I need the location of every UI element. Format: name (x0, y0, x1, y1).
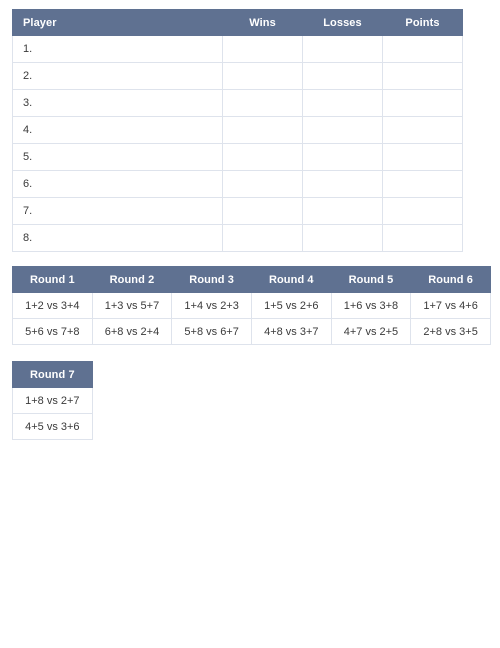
cell-points[interactable] (382, 116, 463, 144)
column-header-round-6[interactable]: Round 6 (410, 266, 491, 293)
cell-player-rank[interactable]: 2. (12, 62, 223, 90)
rounds-table-head: Round 1 Round 2 Round 3 Round 4 Round 5 … (12, 266, 491, 293)
cell-points[interactable] (382, 143, 463, 171)
table-row: 8. (12, 224, 463, 252)
cell-wins[interactable] (222, 143, 303, 171)
table-row: 7. (12, 197, 463, 225)
cell-match[interactable]: 1+2 vs 3+4 (12, 292, 93, 319)
cell-points[interactable] (382, 197, 463, 225)
standings-table: Player Wins Losses Points 1. 2. 3. 4. 5.… (12, 9, 463, 252)
cell-match[interactable]: 1+5 vs 2+6 (250, 292, 332, 319)
cell-points[interactable] (382, 170, 463, 198)
cell-match[interactable]: 1+6 vs 3+8 (330, 292, 412, 319)
round7-table-head: Round 7 (12, 361, 93, 388)
cell-match[interactable]: 1+4 vs 2+3 (171, 292, 252, 319)
table-row: 1. (12, 35, 463, 63)
cell-player-rank[interactable]: 7. (12, 197, 223, 225)
cell-player-rank[interactable]: 8. (12, 224, 223, 252)
column-header-round-7[interactable]: Round 7 (12, 361, 93, 388)
table-row: 3. (12, 89, 463, 117)
rounds-header-row: Round 1 Round 2 Round 3 Round 4 Round 5 … (12, 266, 491, 293)
cell-match[interactable]: 1+3 vs 5+7 (91, 292, 173, 319)
cell-match[interactable]: 4+5 vs 3+6 (12, 413, 93, 440)
cell-wins[interactable] (222, 35, 303, 63)
column-header-round-4[interactable]: Round 4 (250, 266, 332, 293)
cell-match[interactable]: 4+7 vs 2+5 (330, 318, 412, 345)
table-row: 1+8 vs 2+7 (12, 387, 93, 414)
rounds-table-2: Round 7 1+8 vs 2+7 4+5 vs 3+6 (12, 361, 93, 440)
rounds-table-body: 1+2 vs 3+4 1+3 vs 5+7 1+4 vs 2+3 1+5 vs … (12, 292, 491, 345)
table-row: 2. (12, 62, 463, 90)
cell-wins[interactable] (222, 62, 303, 90)
column-header-player[interactable]: Player (12, 9, 223, 36)
cell-losses[interactable] (302, 116, 383, 144)
cell-wins[interactable] (222, 197, 303, 225)
cell-match[interactable]: 1+8 vs 2+7 (12, 387, 93, 414)
page-root: Player Wins Losses Points 1. 2. 3. 4. 5.… (0, 0, 500, 648)
cell-points[interactable] (382, 62, 463, 90)
cell-match[interactable]: 6+8 vs 2+4 (91, 318, 173, 345)
cell-points[interactable] (382, 35, 463, 63)
cell-match[interactable]: 1+7 vs 4+6 (410, 292, 491, 319)
column-header-wins[interactable]: Wins (222, 9, 303, 36)
cell-player-rank[interactable]: 6. (12, 170, 223, 198)
table-row: 4. (12, 116, 463, 144)
column-header-round-5[interactable]: Round 5 (330, 266, 412, 293)
cell-match[interactable]: 5+8 vs 6+7 (171, 318, 252, 345)
cell-losses[interactable] (302, 170, 383, 198)
cell-match[interactable]: 2+8 vs 3+5 (410, 318, 491, 345)
round7-table-body: 1+8 vs 2+7 4+5 vs 3+6 (12, 387, 93, 440)
cell-losses[interactable] (302, 89, 383, 117)
rounds-table-1: Round 1 Round 2 Round 3 Round 4 Round 5 … (12, 266, 491, 345)
cell-wins[interactable] (222, 224, 303, 252)
cell-wins[interactable] (222, 116, 303, 144)
table-row: 1+2 vs 3+4 1+3 vs 5+7 1+4 vs 2+3 1+5 vs … (12, 292, 491, 319)
cell-match[interactable]: 4+8 vs 3+7 (250, 318, 332, 345)
standings-header-row: Player Wins Losses Points (12, 9, 463, 36)
column-header-round-1[interactable]: Round 1 (12, 266, 93, 293)
cell-losses[interactable] (302, 35, 383, 63)
cell-player-rank[interactable]: 3. (12, 89, 223, 117)
standings-table-body: 1. 2. 3. 4. 5. 6. 7. 8. (12, 35, 463, 252)
cell-wins[interactable] (222, 89, 303, 117)
cell-player-rank[interactable]: 1. (12, 35, 223, 63)
standings-table-head: Player Wins Losses Points (12, 9, 463, 36)
column-header-losses[interactable]: Losses (302, 9, 383, 36)
round7-table-container: Round 7 1+8 vs 2+7 4+5 vs 3+6 (12, 361, 93, 440)
round7-header-row: Round 7 (12, 361, 93, 388)
table-row: 5. (12, 143, 463, 171)
cell-points[interactable] (382, 89, 463, 117)
cell-player-rank[interactable]: 5. (12, 143, 223, 171)
standings-table-container: Player Wins Losses Points 1. 2. 3. 4. 5.… (12, 9, 463, 252)
cell-losses[interactable] (302, 143, 383, 171)
cell-wins[interactable] (222, 170, 303, 198)
rounds-table-container: Round 1 Round 2 Round 3 Round 4 Round 5 … (12, 266, 491, 345)
cell-losses[interactable] (302, 197, 383, 225)
table-row: 6. (12, 170, 463, 198)
cell-points[interactable] (382, 224, 463, 252)
column-header-round-2[interactable]: Round 2 (91, 266, 173, 293)
cell-losses[interactable] (302, 224, 383, 252)
table-row: 5+6 vs 7+8 6+8 vs 2+4 5+8 vs 6+7 4+8 vs … (12, 318, 491, 345)
column-header-points[interactable]: Points (382, 9, 463, 36)
table-row: 4+5 vs 3+6 (12, 413, 93, 440)
cell-losses[interactable] (302, 62, 383, 90)
cell-player-rank[interactable]: 4. (12, 116, 223, 144)
cell-match[interactable]: 5+6 vs 7+8 (12, 318, 93, 345)
column-header-round-3[interactable]: Round 3 (171, 266, 252, 293)
